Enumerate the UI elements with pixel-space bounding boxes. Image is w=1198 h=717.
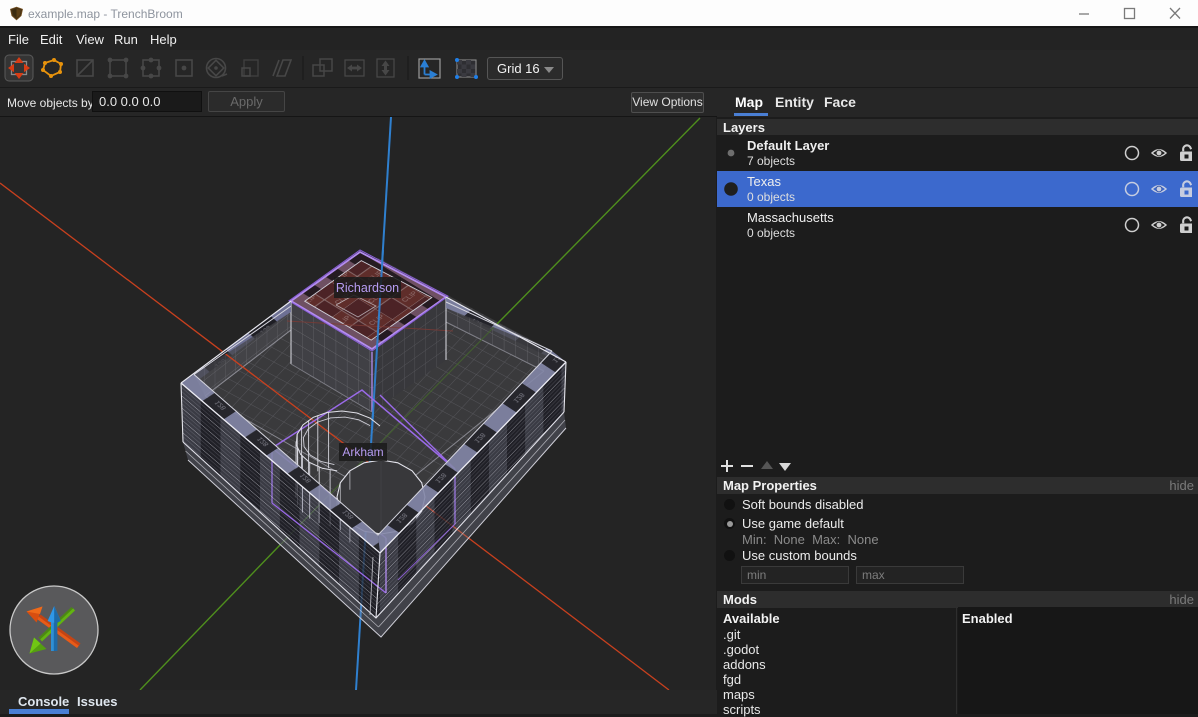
svg-text:Richardson: Richardson bbox=[336, 281, 399, 295]
svg-text:Arkham: Arkham bbox=[342, 445, 383, 459]
